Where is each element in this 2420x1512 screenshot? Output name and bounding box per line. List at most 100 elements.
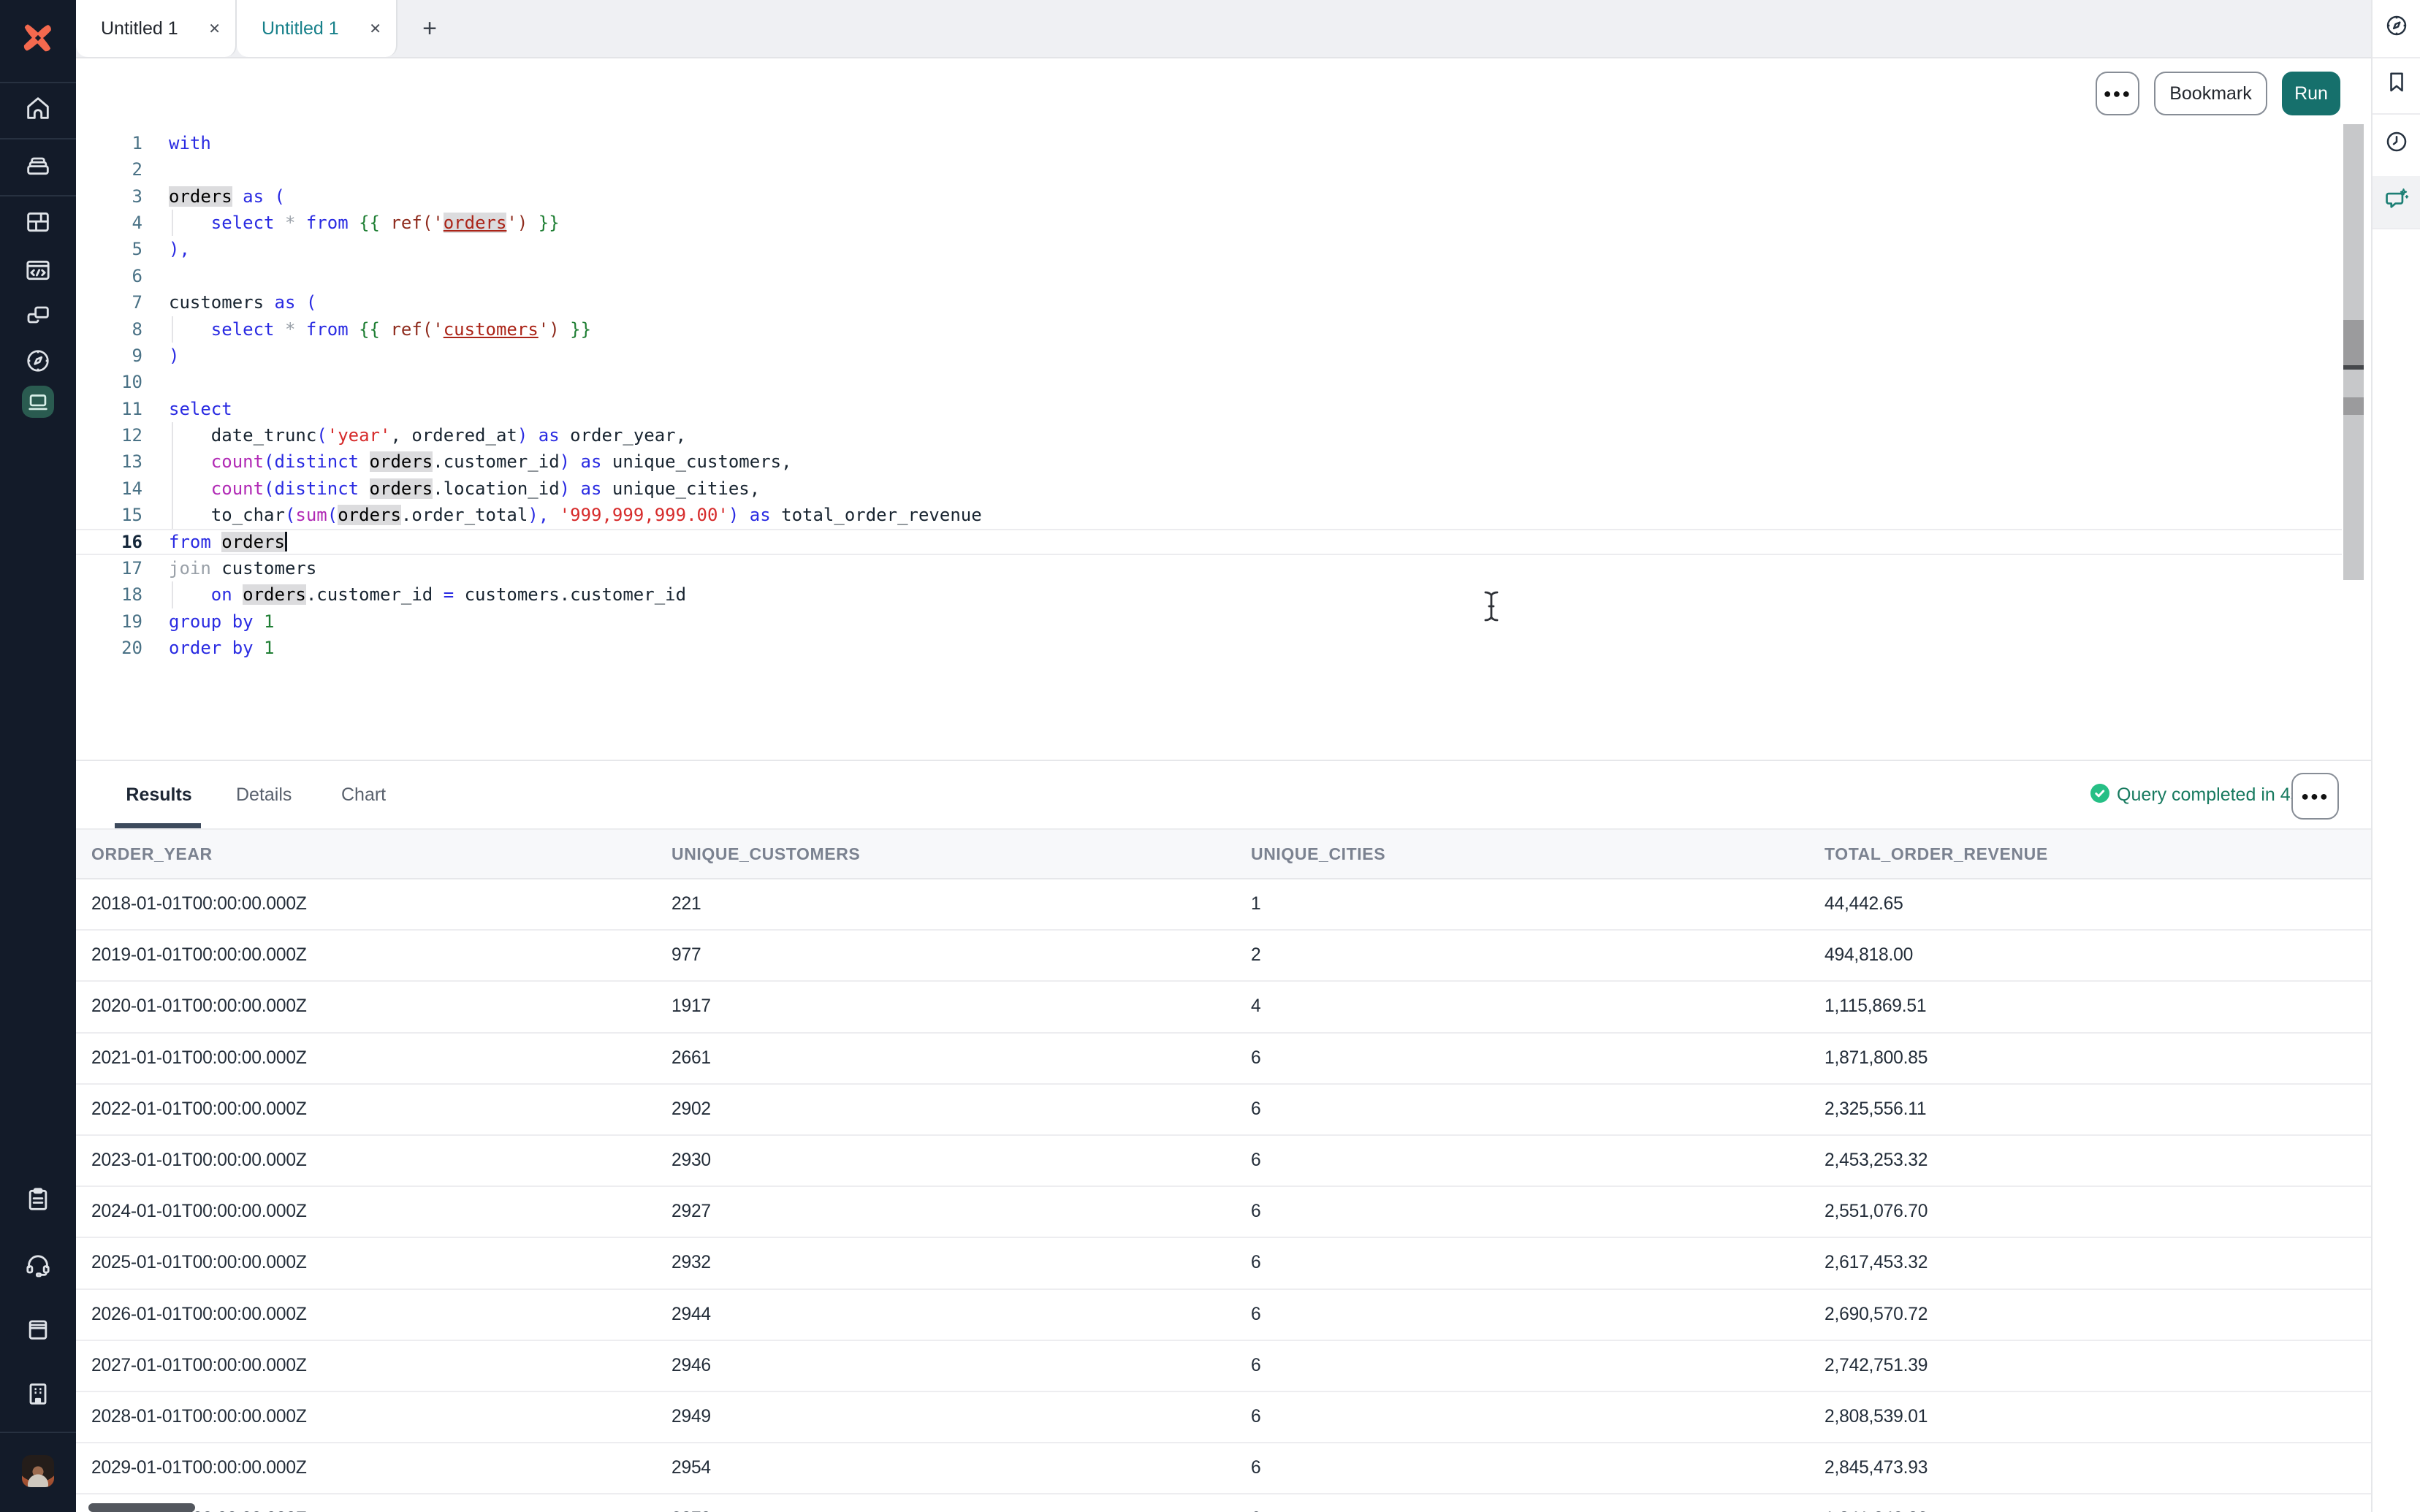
table-cell[interactable]: 494,818.00 bbox=[1824, 945, 2371, 966]
sidebar-item-docs[interactable] bbox=[0, 1304, 76, 1353]
results-more-button[interactable]: ●●● bbox=[2291, 773, 2339, 820]
bookmark-button[interactable]: Bookmark bbox=[2154, 72, 2267, 115]
table-cell[interactable]: 1 bbox=[1251, 894, 1824, 915]
table-cell[interactable]: 2022-01-01T00:00:00.000Z bbox=[91, 1099, 671, 1120]
table-row[interactable]: 2029-01-01T00:00:00.000Z295462,845,473.9… bbox=[76, 1443, 2371, 1494]
sidebar-item-terminal-active[interactable] bbox=[22, 386, 54, 418]
table-cell[interactable]: 2927 bbox=[671, 1202, 1251, 1222]
table-row[interactable]: 2030-01-01T00:00:00.000Z287961,841,049.3… bbox=[76, 1494, 2371, 1512]
code-line[interactable]: 6 bbox=[76, 263, 2342, 289]
table-cell[interactable]: 2879 bbox=[671, 1509, 1251, 1512]
table-cell[interactable]: 6 bbox=[1251, 1099, 1824, 1120]
table-cell[interactable]: 2,453,253.32 bbox=[1824, 1150, 2371, 1171]
table-row[interactable]: 2022-01-01T00:00:00.000Z290262,325,556.1… bbox=[76, 1085, 2371, 1136]
table-cell[interactable]: 2,690,570.72 bbox=[1824, 1305, 2371, 1325]
table-row[interactable]: 2018-01-01T00:00:00.000Z221144,442.65 bbox=[76, 879, 2371, 931]
code-line[interactable]: 9) bbox=[76, 343, 2342, 369]
tab-chart[interactable]: Chart bbox=[341, 761, 386, 828]
table-cell[interactable]: 2019-01-01T00:00:00.000Z bbox=[91, 945, 671, 966]
table-cell[interactable]: 2021-01-01T00:00:00.000Z bbox=[91, 1048, 671, 1069]
sidebar-item-tasks[interactable] bbox=[0, 1175, 76, 1224]
sidebar-item-history[interactable] bbox=[2373, 123, 2420, 167]
table-cell[interactable]: 2946 bbox=[671, 1356, 1251, 1376]
tab-untitled-2[interactable]: Untitled 1 ✕ bbox=[237, 0, 397, 57]
sidebar-item-bookmarks[interactable] bbox=[2373, 63, 2420, 107]
editor-scrollbar[interactable] bbox=[2343, 124, 2364, 580]
table-row[interactable]: 2020-01-01T00:00:00.000Z191741,115,869.5… bbox=[76, 982, 2371, 1033]
sidebar-item-support[interactable] bbox=[0, 1240, 76, 1290]
table-cell[interactable]: 2954 bbox=[671, 1458, 1251, 1478]
code-line[interactable]: 16from orders bbox=[76, 529, 2342, 555]
user-avatar[interactable] bbox=[22, 1455, 54, 1487]
table-cell[interactable]: 2025-01-01T00:00:00.000Z bbox=[91, 1253, 671, 1273]
code-line[interactable]: 18 on orders.customer_id = customers.cus… bbox=[76, 581, 2342, 608]
code-line[interactable]: 13 count(distinct orders.customer_id) as… bbox=[76, 448, 2342, 475]
table-cell[interactable]: 2024-01-01T00:00:00.000Z bbox=[91, 1202, 671, 1222]
sidebar-item-ai-assistant[interactable] bbox=[2373, 180, 2420, 224]
table-cell[interactable]: 1917 bbox=[671, 996, 1251, 1017]
table-cell[interactable]: 6 bbox=[1251, 1509, 1824, 1512]
code-line[interactable]: 20order by 1 bbox=[76, 635, 2342, 661]
table-row[interactable]: 2021-01-01T00:00:00.000Z266161,871,800.8… bbox=[76, 1034, 2371, 1085]
sidebar-item-inbox[interactable] bbox=[0, 140, 76, 190]
table-cell[interactable]: 2026-01-01T00:00:00.000Z bbox=[91, 1305, 671, 1325]
table-cell[interactable]: 6 bbox=[1251, 1356, 1824, 1376]
table-cell[interactable]: 6 bbox=[1251, 1202, 1824, 1222]
table-cell[interactable]: 2028-01-01T00:00:00.000Z bbox=[91, 1407, 671, 1427]
table-cell[interactable]: 6 bbox=[1251, 1253, 1824, 1273]
column-header[interactable]: UNIQUE_CITIES bbox=[1251, 844, 1824, 864]
table-cell[interactable]: 44,442.65 bbox=[1824, 894, 2371, 915]
table-cell[interactable]: 2,742,751.39 bbox=[1824, 1356, 2371, 1376]
table-cell[interactable]: 977 bbox=[671, 945, 1251, 966]
sql-editor[interactable]: 1with23orders as (4 select * from {{ ref… bbox=[76, 117, 2371, 760]
table-cell[interactable]: 6 bbox=[1251, 1150, 1824, 1171]
app-logo-icon[interactable] bbox=[19, 19, 57, 57]
code-line[interactable]: 15 to_char(sum(orders.order_total), '999… bbox=[76, 502, 2342, 528]
table-cell[interactable]: 1,841,049.32 bbox=[1824, 1509, 2371, 1512]
table-cell[interactable]: 1,871,800.85 bbox=[1824, 1048, 2371, 1069]
table-cell[interactable]: 6 bbox=[1251, 1048, 1824, 1069]
sidebar-item-explore[interactable] bbox=[0, 336, 76, 386]
code-line[interactable]: 17join customers bbox=[76, 555, 2342, 581]
code-line[interactable]: 2 bbox=[76, 156, 2342, 183]
table-cell[interactable]: 4 bbox=[1251, 996, 1824, 1017]
tab-untitled-1[interactable]: Untitled 1 ✕ bbox=[76, 0, 237, 57]
more-options-button[interactable]: ●●● bbox=[2096, 72, 2139, 115]
code-line[interactable]: 19group by 1 bbox=[76, 608, 2342, 635]
code-line[interactable]: 12 date_trunc('year', ordered_at) as ord… bbox=[76, 422, 2342, 448]
table-row[interactable]: 2025-01-01T00:00:00.000Z293262,617,453.3… bbox=[76, 1238, 2371, 1289]
code-line[interactable]: 3orders as ( bbox=[76, 183, 2342, 210]
column-header[interactable]: ORDER_YEAR bbox=[91, 844, 671, 864]
table-cell[interactable]: 6 bbox=[1251, 1458, 1824, 1478]
table-cell[interactable]: 6 bbox=[1251, 1305, 1824, 1325]
table-cell[interactable]: 2902 bbox=[671, 1099, 1251, 1120]
table-cell[interactable]: 1,115,869.51 bbox=[1824, 996, 2371, 1017]
sidebar-item-code-editor[interactable] bbox=[0, 245, 76, 295]
scrollbar-thumb[interactable] bbox=[2343, 320, 2364, 365]
table-cell[interactable]: 2944 bbox=[671, 1305, 1251, 1325]
code-line[interactable]: 4 select * from {{ ref('orders') }} bbox=[76, 210, 2342, 236]
table-row[interactable]: 2028-01-01T00:00:00.000Z294962,808,539.0… bbox=[76, 1392, 2371, 1443]
table-cell[interactable]: 2020-01-01T00:00:00.000Z bbox=[91, 996, 671, 1017]
table-cell[interactable]: 2027-01-01T00:00:00.000Z bbox=[91, 1356, 671, 1376]
table-cell[interactable]: 2932 bbox=[671, 1253, 1251, 1273]
table-cell[interactable]: 2023-01-01T00:00:00.000Z bbox=[91, 1150, 671, 1171]
sidebar-item-explore-right[interactable] bbox=[2373, 7, 2420, 50]
code-line[interactable]: 5), bbox=[76, 236, 2342, 262]
code-line[interactable]: 7customers as ( bbox=[76, 289, 2342, 316]
table-cell[interactable]: 2029-01-01T00:00:00.000Z bbox=[91, 1458, 671, 1478]
table-cell[interactable]: 2949 bbox=[671, 1407, 1251, 1427]
table-row[interactable]: 2019-01-01T00:00:00.000Z9772494,818.00 bbox=[76, 931, 2371, 982]
tab-details[interactable]: Details bbox=[236, 761, 292, 828]
table-cell[interactable]: 6 bbox=[1251, 1407, 1824, 1427]
sidebar-item-apps[interactable] bbox=[0, 290, 76, 340]
table-cell[interactable]: 2 bbox=[1251, 945, 1824, 966]
code-line[interactable]: 1with bbox=[76, 130, 2342, 156]
table-cell[interactable]: 2018-01-01T00:00:00.000Z bbox=[91, 894, 671, 915]
table-cell[interactable]: 2661 bbox=[671, 1048, 1251, 1069]
table-cell[interactable]: 2,617,453.32 bbox=[1824, 1253, 2371, 1273]
close-icon[interactable]: ✕ bbox=[199, 20, 221, 38]
sidebar-item-dashboards[interactable] bbox=[0, 197, 76, 247]
table-cell[interactable]: 2930 bbox=[671, 1150, 1251, 1171]
table-cell[interactable]: 221 bbox=[671, 894, 1251, 915]
